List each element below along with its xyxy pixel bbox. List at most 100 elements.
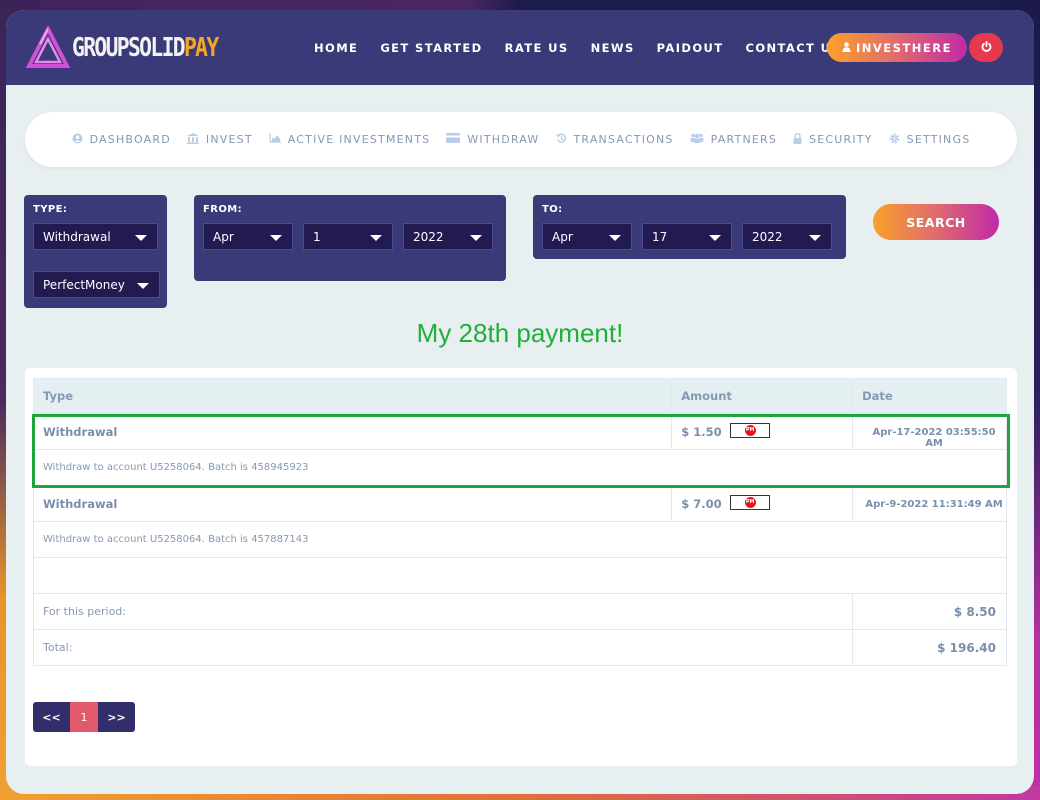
chevron-down-icon	[470, 235, 482, 241]
account-nav-security[interactable]: SECURITY	[793, 132, 873, 147]
previous-page-button[interactable]: <<	[33, 702, 70, 732]
history-table: Type Amount Date Withdrawal $ 1.50 PM Ap…	[32, 378, 1007, 666]
account-nav-label: SETTINGS	[906, 133, 971, 146]
period-value: $ 8.50	[852, 593, 1007, 630]
empty-cell	[33, 557, 1007, 594]
area-chart-icon	[269, 133, 281, 146]
account-nav-transactions[interactable]: TRANSACTIONS	[555, 133, 674, 147]
total-label: Total:	[32, 629, 854, 666]
amount-value: $ 7.00	[681, 497, 722, 511]
account-nav-label: PARTNERS	[710, 133, 778, 146]
logout-button[interactable]	[969, 33, 1003, 62]
to-date-label: TO:	[542, 204, 563, 215]
account-nav-invest[interactable]: INVEST	[186, 132, 253, 147]
account-nav-label: INVEST	[205, 133, 253, 146]
type-select[interactable]: Withdrawal	[33, 223, 158, 250]
from-day-value: 1	[313, 229, 321, 244]
triangle-logo-icon	[26, 25, 70, 70]
transaction-amount: $ 7.00 PM	[671, 485, 854, 522]
invest-here-label: INVESTHERE	[856, 40, 952, 55]
brand-name-accent: PAY	[183, 32, 219, 63]
invest-here-button[interactable]: INVESTHERE	[827, 33, 967, 62]
brand-logo[interactable]: GROUPSOLIDPAY	[26, 10, 250, 85]
to-month-value: Apr	[552, 229, 573, 244]
account-nav-label: ACTIVE INVESTMENTS	[287, 133, 431, 146]
page-frame: GROUPSOLIDPAY HOME GET STARTED RATE US N…	[6, 10, 1034, 794]
column-header-date: Date	[852, 378, 1007, 414]
nav-paidout[interactable]: PAIDOUT	[657, 41, 724, 55]
to-day-value: 17	[652, 229, 668, 244]
history-card: Type Amount Date Withdrawal $ 1.50 PM Ap…	[25, 368, 1017, 766]
type-filter-label: TYPE:	[33, 204, 68, 215]
chevron-down-icon	[135, 235, 147, 241]
brand-name-main: GROUPSOLID	[72, 32, 186, 63]
gear-icon	[889, 133, 900, 147]
from-day-select[interactable]: 1	[303, 223, 393, 250]
table-header-row: Type Amount Date	[32, 378, 1007, 414]
chevron-down-icon	[709, 235, 721, 241]
processor-select[interactable]: PerfectMoney	[33, 271, 160, 298]
account-nav-label: TRANSACTIONS	[573, 133, 674, 146]
top-navigation-bar: GROUPSOLIDPAY HOME GET STARTED RATE US N…	[6, 10, 1034, 85]
user-circle-icon	[72, 133, 83, 147]
transaction-type: Withdrawal	[32, 413, 673, 450]
account-nav-settings[interactable]: SETTINGS	[889, 133, 971, 147]
annotation-caption: My 28th payment!	[416, 318, 624, 348]
nav-news[interactable]: NEWS	[591, 41, 635, 55]
search-button[interactable]: SEARCH	[873, 204, 999, 240]
table-row: Withdrawal $ 7.00 PM Apr-9-2022 11:31:49…	[32, 485, 1007, 522]
type-select-value: Withdrawal	[43, 229, 111, 244]
from-date-label: FROM:	[203, 204, 242, 215]
nav-get-started[interactable]: GET STARTED	[380, 41, 482, 55]
nav-rate-us[interactable]: RATE US	[505, 41, 569, 55]
table-spacer-row	[33, 557, 1007, 594]
chevron-down-icon	[370, 235, 382, 241]
transaction-description: Withdraw to account U5258064. Batch is 4…	[33, 449, 1007, 486]
table-row: Withdrawal $ 1.50 PM Apr-17-2022 03:55:5…	[32, 413, 1007, 450]
processor-select-value: PerfectMoney	[43, 277, 125, 292]
history-icon	[555, 133, 567, 147]
to-year-select[interactable]: 2022	[742, 223, 832, 250]
total-value: $ 196.40	[852, 629, 1007, 666]
lock-icon	[793, 132, 802, 147]
period-label: For this period:	[32, 593, 854, 630]
account-nav-partners[interactable]: PARTNERS	[690, 133, 777, 146]
to-date-panel: TO: Apr 17 2022	[533, 195, 846, 259]
power-icon	[981, 40, 992, 55]
from-month-value: Apr	[213, 229, 234, 244]
column-header-amount: Amount	[671, 378, 854, 414]
nav-home[interactable]: HOME	[314, 41, 358, 55]
transaction-amount: $ 1.50 PM	[671, 413, 854, 450]
to-month-select[interactable]: Apr	[542, 223, 632, 250]
account-nav-label: DASHBOARD	[89, 133, 171, 146]
account-nav-label: WITHDRAW	[467, 133, 540, 146]
transaction-date: Apr-17-2022 03:55:50 AM	[852, 413, 1007, 450]
main-nav: HOME GET STARTED RATE US NEWS PAIDOUT CO…	[314, 10, 863, 85]
account-nav-withdraw[interactable]: WITHDRAW	[446, 133, 539, 146]
account-nav-dashboard[interactable]: DASHBOARD	[72, 133, 171, 147]
account-nav-active-investments[interactable]: ACTIVE INVESTMENTS	[269, 133, 431, 146]
chevron-down-icon	[609, 235, 621, 241]
from-month-select[interactable]: Apr	[203, 223, 293, 250]
type-filter-panel: TYPE: Withdrawal PerfectMoney	[24, 195, 167, 308]
to-day-select[interactable]: 17	[642, 223, 732, 250]
next-page-button[interactable]: >>	[98, 702, 135, 732]
from-year-select[interactable]: 2022	[403, 223, 493, 250]
column-header-type: Type	[32, 378, 673, 414]
users-icon	[690, 133, 704, 146]
user-icon	[842, 41, 851, 55]
chevron-down-icon	[270, 235, 282, 241]
bank-icon	[186, 132, 199, 147]
total-summary-row: Total: $ 196.40	[32, 629, 1007, 666]
perfect-money-badge: PM	[729, 423, 770, 438]
transaction-type: Withdrawal	[32, 485, 673, 522]
brand-name: GROUPSOLIDPAY	[72, 32, 219, 63]
pagination: << 1 >>	[33, 702, 135, 732]
account-nav-label: SECURITY	[809, 133, 873, 146]
amount-value: $ 1.50	[681, 425, 722, 439]
transaction-description: Withdraw to account U5258064. Batch is 4…	[33, 521, 1007, 558]
transaction-date: Apr-9-2022 11:31:49 AM	[852, 485, 1007, 522]
period-summary-row: For this period: $ 8.50	[32, 593, 1007, 630]
current-page-button[interactable]: 1	[70, 702, 98, 732]
chevron-down-icon	[809, 235, 821, 241]
